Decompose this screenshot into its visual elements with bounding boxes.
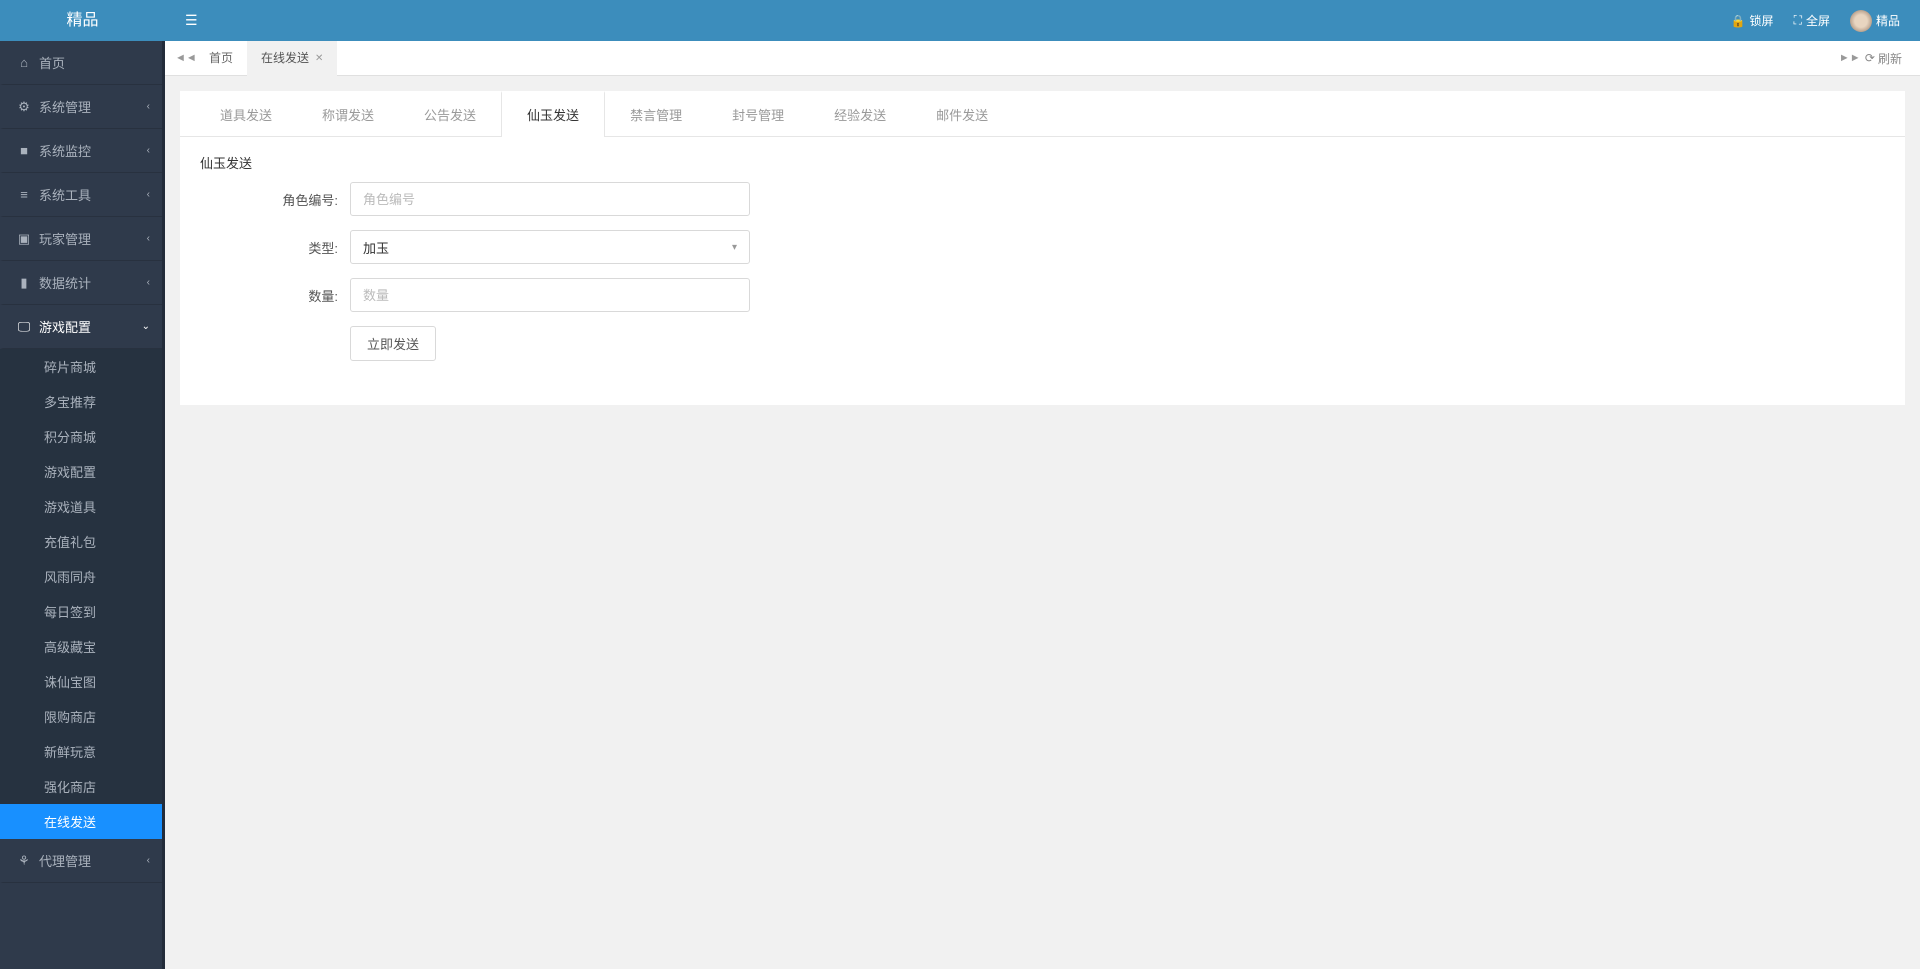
qty-label: 数量: [200,286,350,305]
users-icon: ⚘ [17,853,31,869]
role-input[interactable] [350,182,750,216]
home-icon: ⌂ [17,55,31,70]
main-content: ◄◄ 首页 在线发送 ✕ ►► ⟳ 刷新 道具发送 称谓发送 公告发送 仙玉发送… [165,41,1920,969]
role-label: 角色编号: [200,190,350,209]
lock-icon: 🔒 [1731,14,1746,28]
form-row-qty: 数量: [200,278,1885,312]
sidebar-item-label: 系统工具 [39,185,91,204]
sub-tab-prop-send[interactable]: 道具发送 [195,91,297,136]
sidebar-sub-recharge-pack[interactable]: 充值礼包 [0,524,162,559]
user-name: 精品 [1876,12,1900,29]
qty-input[interactable] [350,278,750,312]
sub-tab-mute-manage[interactable]: 禁言管理 [605,91,707,136]
sidebar-sub-premium-treasure[interactable]: 高级藏宝 [0,629,162,664]
chevron-left-icon: ‹ [147,189,150,200]
sidebar-sub-enhance-shop[interactable]: 强化商店 [0,769,162,804]
sidebar-sub-fengyutongzhou[interactable]: 风雨同舟 [0,559,162,594]
page-tab-home-label: 首页 [209,41,233,76]
sidebar-item-game-config[interactable]: 🖵 游戏配置 ⌄ [0,305,162,349]
sidebar-sub-zhuxian-map[interactable]: 诛仙宝图 [0,664,162,699]
sidebar-item-label: 玩家管理 [39,229,91,248]
sidebar-item-agent-manage[interactable]: ⚘ 代理管理 ‹ [0,839,162,883]
sidebar-item-label: 系统管理 [39,97,91,116]
tab-nav-right: ►► ⟳ 刷新 [1839,50,1910,67]
sub-tab-mail-send[interactable]: 邮件发送 [911,91,1013,136]
sidebar-item-label: 系统监控 [39,141,91,160]
lock-button[interactable]: 🔒 锁屏 [1731,12,1774,29]
chevron-left-icon: ‹ [147,277,150,288]
sidebar-sub-limited-shop[interactable]: 限购商店 [0,699,162,734]
form-row-submit: 立即发送 [200,326,1885,361]
caret-down-icon: ▾ [732,242,737,253]
refresh-label: 刷新 [1878,50,1902,67]
page-tab-bar: ◄◄ 首页 在线发送 ✕ ►► ⟳ 刷新 [165,41,1920,76]
camera-icon: ■ [17,143,31,158]
sidebar-item-label: 代理管理 [39,851,91,870]
refresh-icon: ⟳ [1865,51,1875,65]
sidebar-item-player-manage[interactable]: ▣ 玩家管理 ‹ [0,217,162,261]
sidebar-sub-new-gadgets[interactable]: 新鲜玩意 [0,734,162,769]
submit-button[interactable]: 立即发送 [350,326,436,361]
type-select-value: 加玉 [363,238,389,257]
monitor-icon: 🖵 [17,319,31,335]
sub-tab-exp-send[interactable]: 经验发送 [809,91,911,136]
page-tab-current-label: 在线发送 [261,41,309,76]
chevron-left-icon: ‹ [147,855,150,866]
avatar-icon [1850,10,1872,32]
sidebar-item-system-manage[interactable]: ⚙ 系统管理 ‹ [0,85,162,129]
tab-prev-button[interactable]: ◄◄ [175,52,195,64]
sidebar-item-data-stats[interactable]: ▮ 数据统计 ‹ [0,261,162,305]
page-tab-home[interactable]: 首页 [195,41,247,76]
form-area: 角色编号: 类型: 加玉 ▾ 数量: [180,182,1905,405]
top-header: 精品 ☰ 🔒 锁屏 ⛶ 全屏 精品 [0,0,1920,41]
sidebar-sub-duobao[interactable]: 多宝推荐 [0,384,162,419]
lock-label: 锁屏 [1750,12,1774,29]
user-menu[interactable]: 精品 [1850,10,1900,32]
tab-close-icon[interactable]: ✕ [315,41,323,76]
fullscreen-icon: ⛶ [1794,13,1802,28]
sidebar-item-label: 游戏配置 [39,317,91,336]
sidebar-sub-fragment-mall[interactable]: 碎片商城 [0,349,162,384]
chevron-left-icon: ‹ [147,101,150,112]
form-row-role: 角色编号: [200,182,1885,216]
sidebar-home[interactable]: ⌂ 首页 [0,41,162,85]
form-row-type: 类型: 加玉 ▾ [200,230,1885,264]
fullscreen-label: 全屏 [1806,12,1830,29]
type-label: 类型: [200,238,350,257]
fullscreen-button[interactable]: ⛶ 全屏 [1794,12,1830,29]
section-title: 仙玉发送 [180,137,1905,182]
square-icon: ▣ [17,231,31,247]
header-left: ☰ [165,12,198,29]
sidebar-sub-game-props[interactable]: 游戏道具 [0,489,162,524]
gear-icon: ⚙ [17,99,31,115]
sidebar-home-label: 首页 [39,53,65,72]
header-right: 🔒 锁屏 ⛶ 全屏 精品 [1731,10,1920,32]
sub-tab-ban-manage[interactable]: 封号管理 [707,91,809,136]
refresh-button[interactable]: ⟳ 刷新 [1865,50,1902,67]
sub-tabs: 道具发送 称谓发送 公告发送 仙玉发送 禁言管理 封号管理 经验发送 邮件发送 [180,91,1905,137]
sidebar-item-system-monitor[interactable]: ■ 系统监控 ‹ [0,129,162,173]
list-icon: ≡ [17,187,31,202]
sidebar-sub-point-mall[interactable]: 积分商城 [0,419,162,454]
brand-logo: 精品 [0,0,165,41]
menu-toggle-icon[interactable]: ☰ [185,12,198,29]
sidebar-sub-online-send[interactable]: 在线发送 [0,804,162,839]
type-select[interactable]: 加玉 ▾ [350,230,750,264]
sidebar-sub-game-config[interactable]: 游戏配置 [0,454,162,489]
sidebar: ⌂ 首页 ⚙ 系统管理 ‹ ■ 系统监控 ‹ ≡ 系统工具 ‹ ▣ 玩家管理 ‹… [0,41,165,969]
sidebar-item-system-tools[interactable]: ≡ 系统工具 ‹ [0,173,162,217]
sub-tab-xianyu-send[interactable]: 仙玉发送 [501,91,605,137]
page-tab-current[interactable]: 在线发送 ✕ [247,41,337,76]
chevron-down-icon: ⌄ [142,321,150,332]
chart-icon: ▮ [17,275,31,291]
sidebar-item-label: 数据统计 [39,273,91,292]
sub-tab-notice-send[interactable]: 公告发送 [399,91,501,136]
content-card: 道具发送 称谓发送 公告发送 仙玉发送 禁言管理 封号管理 经验发送 邮件发送 … [180,91,1905,405]
sub-tab-title-send[interactable]: 称谓发送 [297,91,399,136]
chevron-left-icon: ‹ [147,233,150,244]
tab-next-button[interactable]: ►► [1839,52,1859,64]
chevron-left-icon: ‹ [147,145,150,156]
sidebar-sub-daily-signin[interactable]: 每日签到 [0,594,162,629]
